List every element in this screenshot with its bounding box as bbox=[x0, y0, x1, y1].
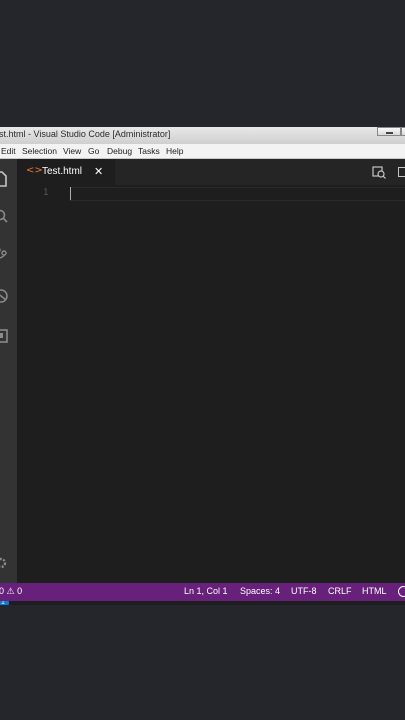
text-cursor bbox=[70, 187, 71, 200]
menu-view[interactable]: View bbox=[63, 145, 81, 157]
window-title: st.html - Visual Studio Code [Administra… bbox=[0, 129, 171, 139]
split-editor-icon[interactable] bbox=[398, 167, 405, 177]
menu-help[interactable]: Help bbox=[166, 145, 183, 157]
menu-edit[interactable]: Edit bbox=[1, 145, 16, 157]
menu-debug[interactable]: Debug bbox=[107, 145, 132, 157]
settings-gear-icon[interactable] bbox=[0, 556, 8, 570]
tab-label: Test.html bbox=[42, 166, 83, 177]
extensions-icon[interactable] bbox=[0, 329, 8, 343]
html-file-icon: <> bbox=[26, 165, 43, 176]
encoding[interactable]: UTF-8 bbox=[291, 586, 317, 596]
line-ending[interactable]: CRLF bbox=[328, 586, 352, 596]
problems-indicator[interactable]: 0 ⚠ 0 bbox=[0, 586, 22, 597]
editor-area[interactable]: 1 bbox=[17, 185, 405, 583]
status-bar: 0 ⚠ 0 Ln 1, Col 1 Spaces: 4 UTF-8 CRLF H… bbox=[0, 583, 405, 601]
feedback-smiley-icon[interactable] bbox=[398, 586, 405, 597]
menu-bar: Edit Selection View Go Debug Tasks Help bbox=[0, 144, 405, 159]
activity-bar: 1 bbox=[0, 159, 17, 605]
language-mode[interactable]: HTML bbox=[362, 586, 387, 596]
menu-selection[interactable]: Selection bbox=[22, 145, 57, 157]
search-icon[interactable] bbox=[0, 209, 8, 223]
line-number: 1 bbox=[43, 188, 49, 198]
tab-bar: <> Test.html ✕ bbox=[17, 159, 405, 185]
cursor-position[interactable]: Ln 1, Col 1 bbox=[184, 586, 228, 596]
explorer-icon[interactable] bbox=[0, 171, 8, 187]
source-control-icon[interactable] bbox=[0, 247, 8, 261]
tab-close-icon[interactable]: ✕ bbox=[94, 165, 103, 178]
indentation[interactable]: Spaces: 4 bbox=[240, 586, 280, 596]
minimize-button[interactable] bbox=[377, 127, 401, 136]
open-preview-icon[interactable] bbox=[372, 165, 386, 179]
menu-tasks[interactable]: Tasks bbox=[138, 145, 160, 157]
menu-go[interactable]: Go bbox=[88, 145, 99, 157]
title-bar: st.html - Visual Studio Code [Administra… bbox=[0, 127, 405, 145]
tab-test-html[interactable]: <> Test.html ✕ bbox=[17, 159, 115, 185]
current-line-highlight bbox=[69, 187, 405, 201]
debug-icon[interactable] bbox=[0, 289, 8, 303]
close-window-button[interactable] bbox=[401, 127, 405, 136]
vscode-window: st.html - Visual Studio Code [Administra… bbox=[0, 127, 405, 605]
